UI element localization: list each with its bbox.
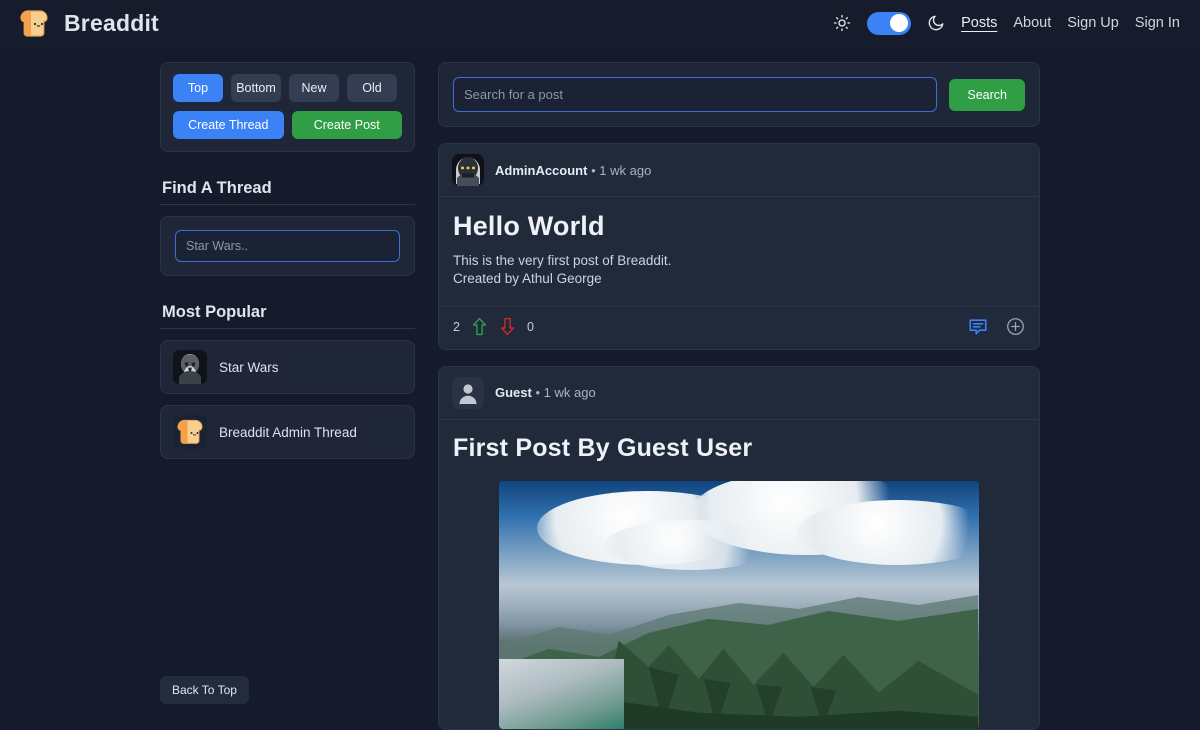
- sidebar: Top Bottom New Old Create Thread Create …: [160, 62, 415, 704]
- sort-panel: Top Bottom New Old Create Thread Create …: [160, 62, 415, 152]
- divider: [160, 204, 415, 205]
- post-body: Hello World This is the very first post …: [439, 197, 1039, 292]
- nav-link-sign-up[interactable]: Sign Up: [1067, 15, 1119, 32]
- thread-item-label: Breaddit Admin Thread: [219, 424, 357, 440]
- post-text-line-1: This is the very first post of Breaddit.: [453, 253, 672, 268]
- post-footer: 2 0: [439, 305, 1039, 349]
- nav-link-about[interactable]: About: [1013, 15, 1051, 32]
- nav-link-posts[interactable]: Posts: [961, 15, 997, 32]
- brand-title: Breaddit: [64, 9, 159, 36]
- sort-button-new[interactable]: New: [289, 74, 339, 102]
- post-image-wrap: [439, 480, 1039, 729]
- thread-item-breaddit-admin-thread[interactable]: Breaddit Admin Thread: [160, 405, 415, 459]
- find-thread-panel: [160, 216, 415, 276]
- admin-account-avatar-icon[interactable]: [452, 154, 484, 186]
- theme-toggle[interactable]: [867, 11, 912, 35]
- create-thread-button[interactable]: Create Thread: [173, 111, 284, 139]
- top-navbar: Breaddit Posts About Sign Up Sign In: [0, 0, 1200, 46]
- vote-controls: 2 0: [453, 317, 534, 336]
- post-header: Guest • 1 wk ago: [439, 367, 1039, 420]
- search-input[interactable]: [453, 77, 938, 112]
- sort-button-top[interactable]: Top: [173, 74, 223, 102]
- post-title[interactable]: First Post By Guest User: [453, 434, 1025, 463]
- post-time: 1 wk ago: [599, 162, 652, 178]
- most-popular-title: Most Popular: [162, 303, 267, 321]
- sort-button-old[interactable]: Old: [347, 74, 397, 102]
- upvote-count: 2: [453, 319, 460, 334]
- page-layout: Top Bottom New Old Create Thread Create …: [0, 46, 1200, 730]
- divider: [160, 328, 415, 329]
- post-card[interactable]: Guest • 1 wk ago First Post By Guest Use…: [438, 365, 1040, 730]
- post-header: AdminAccount • 1 wk ago: [439, 144, 1039, 197]
- post-image: [499, 480, 979, 729]
- sun-icon[interactable]: [833, 14, 851, 32]
- arrow-down-icon[interactable]: [499, 317, 516, 336]
- back-to-top-button[interactable]: Back To Top: [160, 676, 249, 704]
- post-author: Guest: [495, 385, 532, 401]
- post-byline: Guest • 1 wk ago: [495, 385, 596, 400]
- sort-button-row: Top Bottom New Old: [173, 74, 402, 102]
- stormtrooper-avatar-icon: [173, 350, 207, 384]
- nav-link-sign-in[interactable]: Sign In: [1135, 15, 1180, 32]
- nav-right: Posts About Sign Up Sign In: [833, 11, 1184, 35]
- post-text-line-2: Created by Athul George: [453, 270, 602, 286]
- post-separator: •: [535, 385, 541, 401]
- search-panel: Search: [438, 62, 1040, 127]
- plus-circle-icon[interactable]: [1006, 317, 1025, 336]
- arrow-up-icon[interactable]: [471, 317, 488, 336]
- bread-logo-icon: [16, 8, 52, 38]
- bread-logo-icon: [173, 415, 207, 449]
- post-body: First Post By Guest User: [439, 420, 1039, 467]
- create-post-button[interactable]: Create Post: [291, 111, 402, 139]
- post-time: 1 wk ago: [543, 385, 596, 401]
- post-card[interactable]: AdminAccount • 1 wk ago Hello World This…: [438, 143, 1040, 350]
- post-author: AdminAccount: [495, 162, 588, 178]
- thread-item-label: Star Wars: [219, 359, 279, 375]
- downvote-count: 0: [526, 319, 534, 334]
- post-separator: •: [591, 162, 596, 178]
- thread-item-star-wars[interactable]: Star Wars: [160, 340, 415, 394]
- comment-icon[interactable]: [968, 317, 988, 337]
- guest-person-avatar-icon[interactable]: [452, 376, 484, 409]
- create-button-row: Create Thread Create Post: [173, 111, 402, 139]
- post-actions: [968, 317, 1025, 337]
- search-button[interactable]: Search: [949, 78, 1025, 111]
- photo-cloud: [604, 520, 778, 570]
- main-content: Search AdminAc: [438, 62, 1040, 730]
- post-title[interactable]: Hello World: [453, 211, 1025, 242]
- find-thread-input[interactable]: [175, 230, 400, 262]
- sort-button-bottom[interactable]: Bottom: [231, 74, 281, 102]
- brand[interactable]: Breaddit: [16, 8, 159, 38]
- theme-toggle-knob: [890, 14, 909, 32]
- post-byline: AdminAccount • 1 wk ago: [495, 163, 651, 178]
- find-a-thread-title: Find A Thread: [162, 179, 272, 197]
- moon-icon[interactable]: [927, 14, 945, 32]
